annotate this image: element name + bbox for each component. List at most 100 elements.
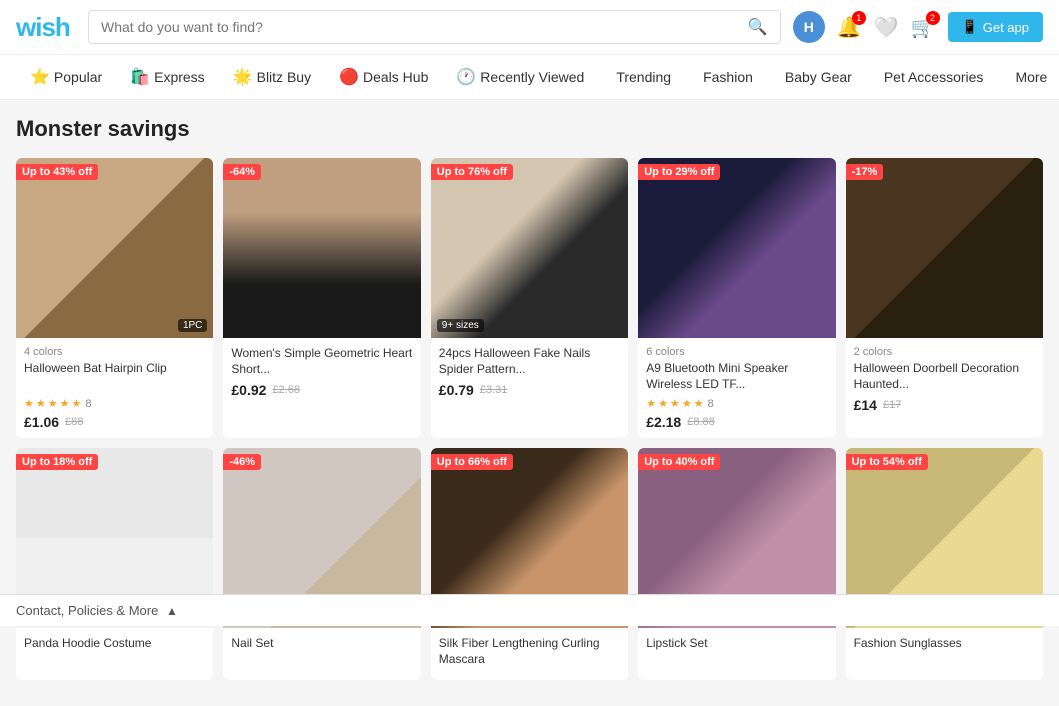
- product-name: Halloween Bat Hairpin Clip: [24, 361, 205, 393]
- get-app-button[interactable]: 📱 Get app: [948, 12, 1043, 42]
- review-count: 8: [708, 398, 714, 410]
- price-current: £14: [854, 397, 877, 413]
- cart-button[interactable]: 🛒 2: [911, 15, 936, 40]
- nav-item-recently-viewed[interactable]: 🕐 Recently Viewed: [442, 63, 598, 91]
- header-actions: H 🔔 1 🤍 🛒 2 📱 Get app: [793, 11, 1043, 43]
- price-current: £2.18: [646, 414, 681, 430]
- search-input[interactable]: [101, 19, 748, 35]
- product-card-lipstick[interactable]: Up to 40% off Lipstick Set: [638, 448, 835, 680]
- product-info: 4 colors Halloween Bat Hairpin Clip ★★★★…: [16, 338, 213, 438]
- product-name: 24pcs Halloween Fake Nails Spider Patter…: [439, 346, 620, 378]
- discount-badge: Up to 29% off: [638, 164, 720, 180]
- nav-label-deals-hub: Deals Hub: [363, 69, 428, 85]
- price-row: £0.92 £2.68: [231, 382, 412, 398]
- search-icon: 🔍: [748, 19, 768, 36]
- discount-badge: Up to 54% off: [846, 454, 928, 470]
- notifications-button[interactable]: 🔔 1: [837, 15, 862, 40]
- discount-badge: -46%: [223, 454, 261, 470]
- user-avatar[interactable]: H: [793, 11, 825, 43]
- product-card-bat-hairpin[interactable]: Up to 43% off 1PC 4 colors Halloween Bat…: [16, 158, 213, 438]
- discount-badge: Up to 40% off: [638, 454, 720, 470]
- price-original: £3.31: [480, 384, 508, 396]
- footer-link[interactable]: Contact, Policies & More ▲: [16, 603, 178, 618]
- popular-icon: ⭐: [30, 67, 50, 87]
- product-grid-row2: Up to 18% off Panda Hoodie Costume -46% …: [16, 448, 1043, 680]
- size-badge: 9+ sizes: [437, 319, 484, 332]
- product-card-mascara[interactable]: Up to 66% off Silk Fiber Lengthening Cur…: [431, 448, 628, 680]
- notification-badge: 1: [852, 11, 866, 25]
- search-button[interactable]: 🔍: [748, 17, 768, 37]
- product-info: Silk Fiber Lengthening Curling Mascara: [431, 628, 628, 680]
- price-row: £0.79 £3.31: [439, 382, 620, 398]
- recently-viewed-icon: 🕐: [456, 67, 476, 87]
- star-icon: ★: [682, 397, 692, 410]
- product-card-nail-set[interactable]: -46% Nail Set: [223, 448, 420, 680]
- nav-label-express: Express: [154, 69, 205, 85]
- nav-label-popular: Popular: [54, 69, 102, 85]
- product-info: 24pcs Halloween Fake Nails Spider Patter…: [431, 338, 628, 406]
- product-image: Up to 76% off 9+ sizes: [431, 158, 628, 338]
- product-card-fake-nails[interactable]: Up to 76% off 9+ sizes 24pcs Halloween F…: [431, 158, 628, 438]
- star-icon: ★: [60, 397, 70, 410]
- nav-item-deals-hub[interactable]: 🔴 Deals Hub: [325, 63, 442, 91]
- blitz-buy-icon: 🌟: [233, 67, 253, 87]
- star-icon: ★: [670, 397, 680, 410]
- product-name: Panda Hoodie Costume: [24, 636, 205, 668]
- price-current: £0.79: [439, 382, 474, 398]
- price-original: £88: [65, 416, 83, 428]
- product-card-panda-hoodie[interactable]: Up to 18% off Panda Hoodie Costume: [16, 448, 213, 680]
- discount-badge: Up to 18% off: [16, 454, 98, 470]
- color-count: 4 colors: [24, 346, 205, 358]
- footer-bar: Contact, Policies & More ▲: [0, 594, 1059, 626]
- product-card-bluetooth-speaker[interactable]: Up to 29% off 6 colors A9 Bluetooth Mini…: [638, 158, 835, 438]
- nav-item-more[interactable]: More: [997, 65, 1059, 89]
- price-original: £8.88: [687, 416, 715, 428]
- color-count: 2 colors: [854, 346, 1035, 358]
- wish-logo[interactable]: wish: [16, 12, 76, 43]
- product-info: Fashion Sunglasses: [846, 628, 1043, 680]
- nav-item-trending[interactable]: Trending: [598, 65, 685, 89]
- section-title: Monster savings: [16, 116, 1043, 142]
- product-grid-row1: Up to 43% off 1PC 4 colors Halloween Bat…: [16, 158, 1043, 438]
- nav-label-fashion: Fashion: [703, 69, 753, 85]
- main-nav: ⭐ Popular 🛍️ Express 🌟 Blitz Buy 🔴 Deals…: [0, 55, 1059, 100]
- discount-badge: -17%: [846, 164, 884, 180]
- nav-label-trending: Trending: [616, 69, 671, 85]
- header: wish 🔍 H 🔔 1 🤍 🛒 2 📱 Get app: [0, 0, 1059, 55]
- product-card-heart-necklace[interactable]: -64% Women's Simple Geometric Heart Shor…: [223, 158, 420, 438]
- product-card-halloween-doorbell[interactable]: -17% 2 colors Halloween Doorbell Decorat…: [846, 158, 1043, 438]
- nav-label-pet-accessories: Pet Accessories: [884, 69, 984, 85]
- deals-hub-icon: 🔴: [339, 67, 359, 87]
- color-count: 6 colors: [646, 346, 827, 358]
- search-bar: 🔍: [88, 10, 781, 44]
- nav-item-express[interactable]: 🛍️ Express: [116, 63, 219, 91]
- price-row: £1.06 £88: [24, 414, 205, 430]
- star-icon: ★: [24, 397, 34, 410]
- nav-label-recently-viewed: Recently Viewed: [480, 69, 584, 85]
- star-rating: ★★★★★ 8: [646, 397, 827, 410]
- product-info: Lipstick Set: [638, 628, 835, 680]
- nav-item-popular[interactable]: ⭐ Popular: [16, 63, 116, 91]
- wishlist-button[interactable]: 🤍: [874, 15, 899, 40]
- product-name: Lipstick Set: [646, 636, 827, 668]
- nav-item-baby-gear[interactable]: Baby Gear: [767, 65, 866, 89]
- discount-badge: Up to 43% off: [16, 164, 98, 180]
- nav-item-pet-accessories[interactable]: Pet Accessories: [866, 65, 998, 89]
- star-icon: ★: [48, 397, 58, 410]
- product-image: -17%: [846, 158, 1043, 338]
- product-image: Up to 43% off 1PC: [16, 158, 213, 338]
- nav-label-baby-gear: Baby Gear: [785, 69, 852, 85]
- product-info: 6 colors A9 Bluetooth Mini Speaker Wirel…: [638, 338, 835, 438]
- corner-badge: 1PC: [178, 319, 207, 332]
- nav-item-blitz-buy[interactable]: 🌟 Blitz Buy: [219, 63, 325, 91]
- product-name: Women's Simple Geometric Heart Short...: [231, 346, 412, 378]
- star-icon: ★: [72, 397, 82, 410]
- product-card-glasses[interactable]: Up to 54% off Fashion Sunglasses: [846, 448, 1043, 680]
- product-info: 2 colors Halloween Doorbell Decoration H…: [846, 338, 1043, 421]
- nav-label-more: More: [1015, 69, 1047, 85]
- cart-badge: 2: [926, 11, 940, 25]
- star-icon: ★: [646, 397, 656, 410]
- product-name: Silk Fiber Lengthening Curling Mascara: [439, 636, 620, 668]
- product-name: Fashion Sunglasses: [854, 636, 1035, 668]
- nav-item-fashion[interactable]: Fashion: [685, 65, 767, 89]
